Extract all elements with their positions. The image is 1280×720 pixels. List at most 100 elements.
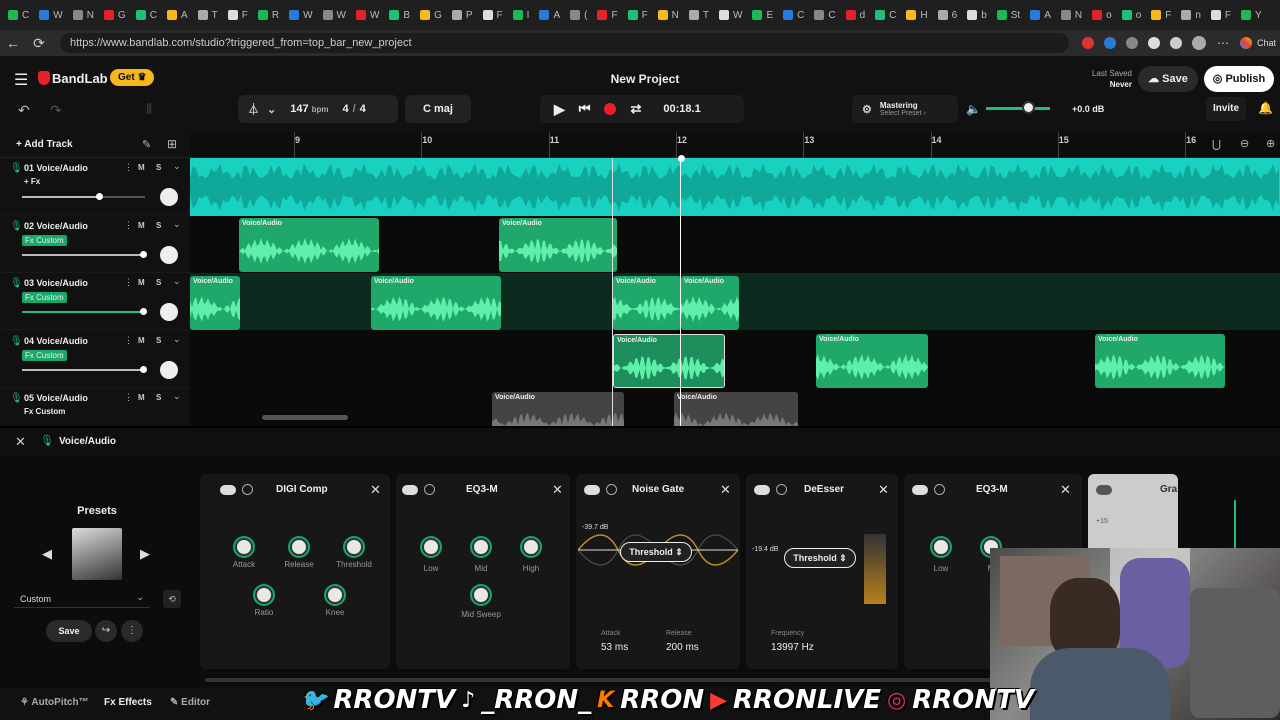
close-icon[interactable]: ✕: [878, 482, 889, 498]
browser-tab[interactable]: H: [920, 10, 927, 21]
menu-icon[interactable]: ☰: [14, 70, 28, 90]
profile-avatar[interactable]: [1191, 36, 1206, 50]
close-icon[interactable]: ✕: [370, 482, 381, 498]
browser-tab[interactable]: T: [703, 10, 709, 21]
audio-clip[interactable]: Voice/Audio: [674, 392, 798, 426]
extension-icon[interactable]: [1103, 37, 1116, 49]
extension-icon[interactable]: [1147, 37, 1160, 49]
volume-icon[interactable]: 🔈: [966, 102, 981, 116]
browser-tab[interactable]: A: [1044, 10, 1051, 21]
arrangement-timeline[interactable]: Voice/Audio Voice/Audio Voice/Audio Voice/A…: [190, 158, 1280, 426]
browser-tab[interactable]: b: [981, 10, 987, 21]
browser-tab[interactable]: o: [1136, 10, 1142, 21]
browser-tab[interactable]: F: [497, 10, 503, 21]
mute-button[interactable]: M: [138, 393, 145, 402]
browser-tab[interactable]: W: [303, 10, 312, 21]
track-name[interactable]: 04 Voice/Audio: [24, 336, 88, 346]
extension-icon[interactable]: [1081, 37, 1094, 49]
audio-clip[interactable]: Voice/Audio: [190, 276, 240, 330]
chat-label[interactable]: Chat: [1257, 38, 1276, 48]
mixer-icon[interactable]: ⦀: [146, 101, 152, 118]
browser-tab[interactable]: St: [1011, 10, 1020, 21]
preset-select[interactable]: Custom ⌄: [14, 590, 150, 608]
track-header[interactable]: 🎙 03 Voice/Audio Fx Custom ⋮ M S ⌄: [0, 273, 190, 330]
info-icon[interactable]: [242, 484, 253, 495]
browser-tab[interactable]: I: [527, 10, 530, 21]
track-menu-icon[interactable]: ⋮: [124, 392, 133, 403]
preset-next-icon[interactable]: ▶: [140, 546, 150, 562]
browser-tab[interactable]: F: [642, 10, 648, 21]
mid-knob[interactable]: [472, 538, 490, 556]
info-icon[interactable]: [934, 484, 945, 495]
browser-tab[interactable]: R: [272, 10, 279, 21]
preset-thumbnail[interactable]: [72, 528, 122, 580]
info-icon[interactable]: [424, 484, 435, 495]
address-bar[interactable]: https://www.bandlab.com/studio?triggered…: [60, 33, 1069, 53]
attack-knob[interactable]: [235, 538, 253, 556]
audio-clip[interactable]: Voice/Audio: [613, 276, 681, 330]
low-knob[interactable]: [932, 538, 950, 556]
track-menu-icon[interactable]: ⋮: [124, 277, 133, 288]
mute-button[interactable]: M: [138, 163, 145, 172]
browser-tab[interactable]: N: [672, 10, 679, 21]
track-fx-button[interactable]: Fx Custom: [22, 349, 67, 361]
playhead-handle[interactable]: [678, 155, 685, 162]
threshold-selector[interactable]: Threshold ⇕: [620, 542, 692, 562]
browser-tab[interactable]: F: [1225, 10, 1231, 21]
browser-tab[interactable]: W: [370, 10, 379, 21]
browser-tab[interactable]: 6: [952, 10, 958, 21]
chevron-down-icon[interactable]: ⌄: [173, 276, 181, 287]
playhead[interactable]: [680, 158, 681, 426]
chevron-down-icon[interactable]: ⌄: [173, 391, 181, 402]
track-fx-button[interactable]: Fx Custom: [22, 292, 67, 303]
browser-tab[interactable]: W: [53, 10, 62, 21]
track-fx-button[interactable]: Fx Custom: [24, 407, 65, 416]
track-name[interactable]: 01 Voice/Audio: [24, 163, 88, 173]
attack-value[interactable]: 53 ms: [601, 642, 628, 653]
browser-tab[interactable]: o: [1106, 10, 1112, 21]
mute-button[interactable]: M: [138, 278, 145, 287]
browser-tab[interactable]: F: [611, 10, 617, 21]
solo-button[interactable]: S: [156, 336, 161, 345]
copilot-icon[interactable]: [1239, 37, 1252, 49]
master-volume-slider[interactable]: [986, 107, 1050, 110]
solo-button[interactable]: S: [156, 221, 161, 230]
browser-tab[interactable]: A: [553, 10, 560, 21]
close-icon[interactable]: ✕: [720, 482, 731, 498]
horizontal-scrollbar[interactable]: [262, 415, 348, 420]
metronome-icon[interactable]: ⏃: [248, 101, 259, 117]
track-name[interactable]: 03 Voice/Audio: [24, 278, 88, 288]
tab-editor[interactable]: ✎ Editor: [170, 697, 210, 708]
knee-knob[interactable]: [326, 586, 344, 604]
solo-button[interactable]: S: [156, 278, 161, 287]
browser-tab[interactable]: W: [733, 10, 742, 21]
release-knob[interactable]: [290, 538, 308, 556]
threshold-selector[interactable]: Threshold ⇕: [784, 548, 856, 568]
track-volume-slider[interactable]: [22, 365, 147, 373]
browser-tab[interactable]: F: [242, 10, 248, 21]
track-name[interactable]: 02 Voice/Audio: [24, 221, 88, 231]
zoom-in-icon[interactable]: ⊕: [1266, 137, 1275, 150]
extension-icon[interactable]: [1125, 37, 1138, 49]
browser-tab[interactable]: N: [1075, 10, 1082, 21]
chevron-down-icon[interactable]: ⌄: [173, 219, 181, 230]
browser-tab[interactable]: C: [22, 10, 29, 21]
fx-toggle[interactable]: [912, 485, 928, 495]
share-icon[interactable]: ↪: [95, 620, 117, 642]
skip-back-icon[interactable]: ⏮: [579, 101, 591, 117]
audio-clip[interactable]: Voice/Audio: [681, 276, 739, 330]
browser-tab[interactable]: G: [118, 10, 126, 21]
more-icon[interactable]: ⋯: [1217, 36, 1229, 50]
browser-tab[interactable]: P: [466, 10, 473, 21]
play-icon[interactable]: ▶: [554, 101, 565, 118]
audio-clip[interactable]: Voice/Audio: [1095, 334, 1225, 388]
track-fx-button[interactable]: + Fx: [24, 177, 40, 186]
mid-sweep-knob[interactable]: [472, 586, 490, 604]
get-membership-button[interactable]: Get ♛: [110, 69, 155, 86]
solo-button[interactable]: S: [156, 163, 161, 172]
frequency-value[interactable]: 13997 Hz: [771, 642, 814, 653]
browser-tab[interactable]: d: [860, 10, 866, 21]
close-icon[interactable]: ✕: [1060, 482, 1071, 498]
ratio-knob[interactable]: [255, 586, 273, 604]
track-menu-icon[interactable]: ⋮: [124, 162, 133, 173]
